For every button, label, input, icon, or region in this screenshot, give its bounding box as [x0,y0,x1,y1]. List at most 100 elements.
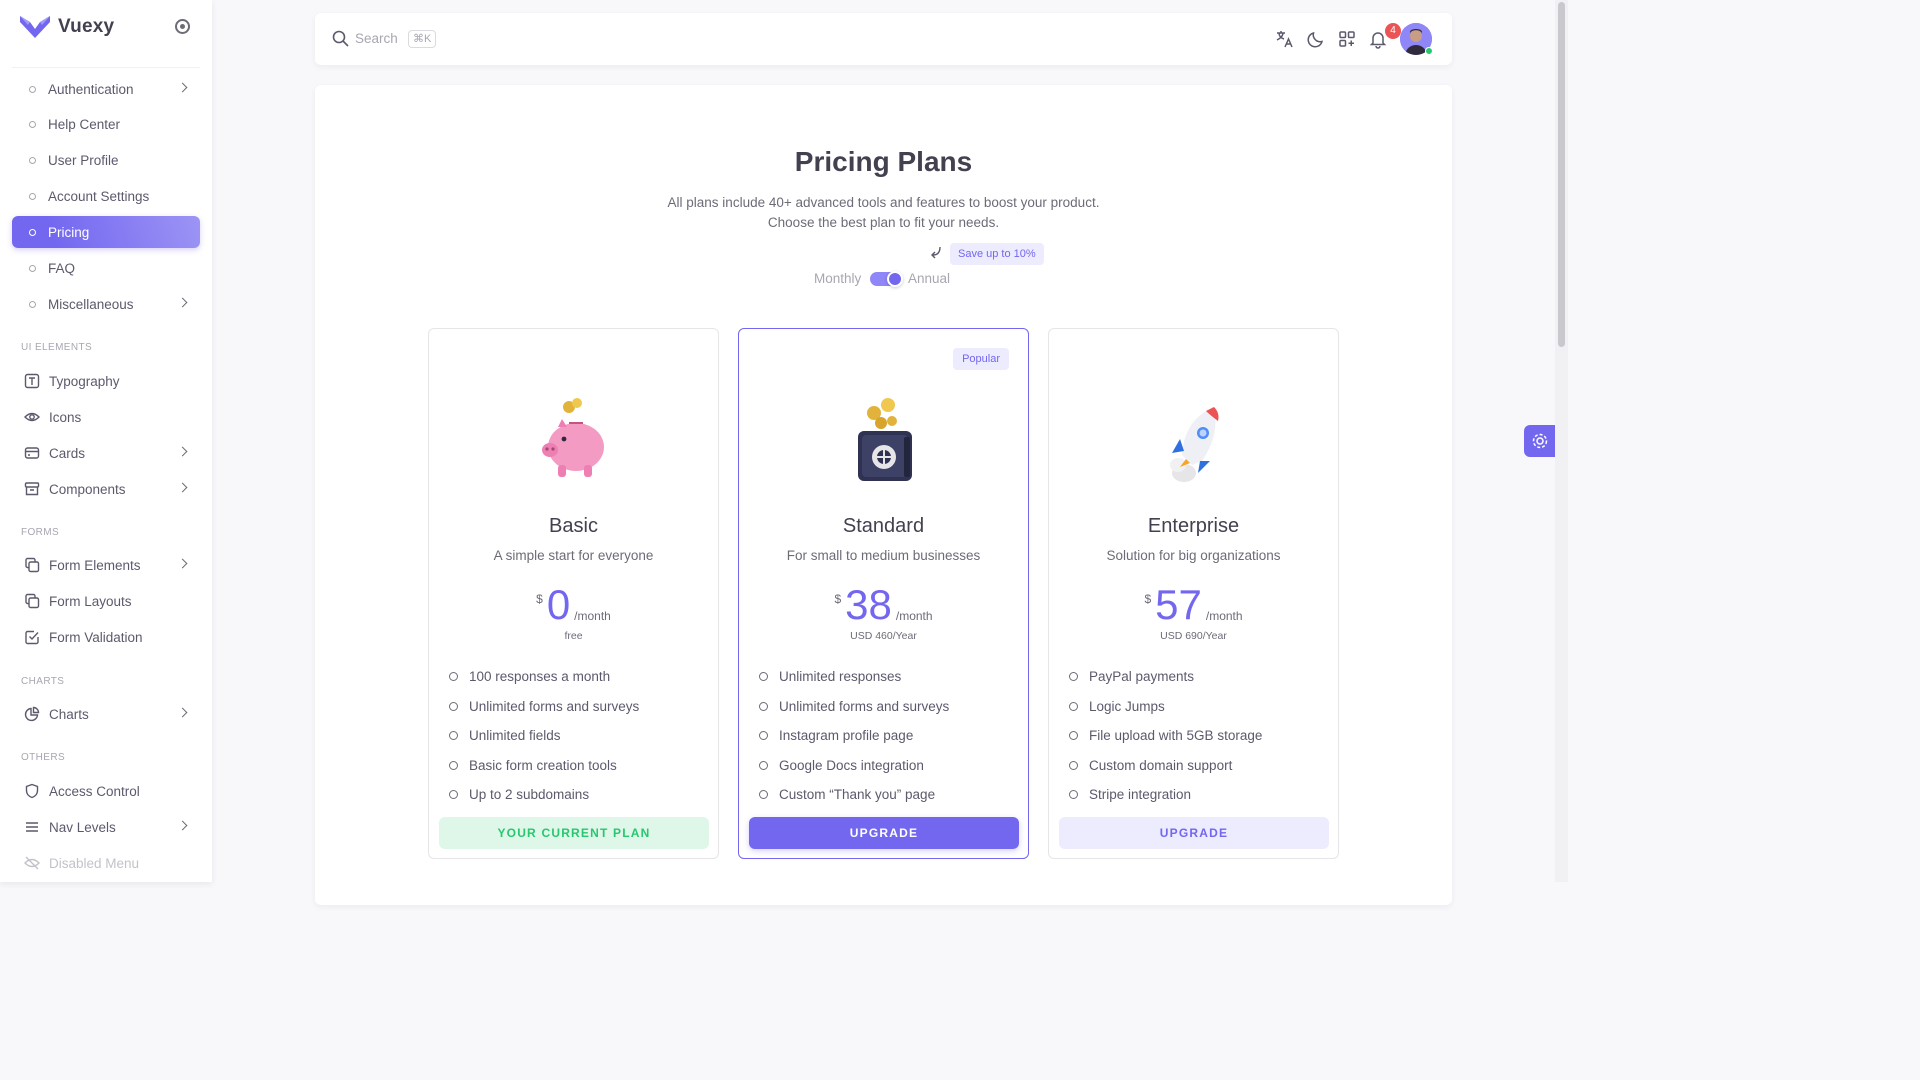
sidebar-item-disabled-menu: Disabled Menu [12,847,200,879]
section-header-charts: CHARTS [21,676,65,687]
copy-icon [25,557,40,573]
price-currency: $ [536,592,543,606]
sidebar-item-components[interactable]: Components [12,473,200,505]
safe-box-icon [858,398,912,481]
chevron-right-icon [177,820,188,831]
plan-price: $ 38 /month [739,582,1028,628]
plan-description: For small to medium businesses [786,548,981,563]
sidebar-item-pricing[interactable]: Pricing [12,216,200,248]
sidebar-item-access-control[interactable]: Access Control [12,775,200,807]
sidebar-item-nav-levels[interactable]: Nav Levels [12,811,200,843]
feature-item: File upload with 5GB storage [1069,721,1262,751]
subtitle-line-2: Choose the best plan to fit your needs. [767,215,1000,230]
popular-badge: Popular [953,348,1009,370]
sidebar-item-typography[interactable]: Typography [12,365,200,397]
feature-text: Google Docs integration [779,757,924,773]
price-value: 57 [1155,581,1202,628]
sidebar-item-label: Typography [49,373,120,389]
feature-item: Unlimited responses [759,662,949,692]
eye-off-icon [24,856,40,870]
menu-toggle-icon[interactable] [175,19,190,34]
rocket-icon [1170,407,1219,482]
theme-customizer-button[interactable] [1524,425,1556,457]
feature-item: Logic Jumps [1069,692,1262,722]
plan-price: $ 0 /month [429,582,718,628]
feature-text: Custom “Thank you” page [779,787,936,803]
moon-icon[interactable] [1306,29,1326,49]
feature-text: Unlimited forms and surveys [469,698,640,714]
circle-icon [29,228,36,236]
sidebar-item-label: Components [49,481,126,497]
plan-card-enterprise: Enterprise Solution for big organization… [1048,328,1339,859]
sidebar-item-account-settings[interactable]: Account Settings [12,180,200,212]
sidebar-item-icons[interactable]: Icons [12,401,200,433]
apps-grid-icon[interactable] [1337,29,1357,49]
circle-icon [759,790,768,800]
chevron-right-icon [177,446,188,457]
sidebar-item-miscellaneous[interactable]: Miscellaneous [12,288,200,320]
feature-item: Up to 2 subdomains [449,780,639,810]
circle-icon [29,192,36,200]
sidebar-item-charts[interactable]: Charts [12,698,200,730]
circle-icon [1069,701,1078,711]
feature-item: Google Docs integration [759,751,949,781]
sidebar-item-label: Cards [49,445,86,461]
piggy-bank-icon [542,398,604,477]
sidebar-item-form-elements[interactable]: Form Elements [12,549,200,581]
scrollbar-thumb[interactable] [1558,2,1565,347]
sidebar-item-help-center[interactable]: Help Center [12,108,200,140]
brand[interactable]: Vuexy [20,14,200,40]
circle-icon [759,731,768,741]
sidebar-item-label: Nav Levels [49,819,116,835]
billing-period-toggle[interactable] [870,271,903,287]
brand-name: Vuexy [58,16,115,37]
sidebar-item-label: Form Layouts [49,593,132,609]
toggle-label-monthly[interactable]: Monthly [814,271,861,286]
copy-icon [25,593,40,609]
sidebar-item-label: Help Center [48,116,121,132]
page-title: Pricing Plans [794,146,973,177]
sidebar-item-authentication[interactable]: Authentication [12,73,200,105]
online-status-dot [1425,47,1433,55]
search-shortcut-hint: ⌘K [408,30,437,48]
toggle-label-annual[interactable]: Annual [908,271,950,286]
chevron-right-icon [177,482,188,493]
card-icon [24,447,40,459]
sidebar-item-label: User Profile [48,152,119,168]
sidebar-item-cards[interactable]: Cards [12,437,200,469]
price-currency: $ [1144,592,1152,606]
search-input[interactable]: Search [355,31,398,46]
circle-icon [29,264,36,272]
archive-icon [24,482,40,496]
sidebar-item-user-profile[interactable]: User Profile [12,144,200,176]
circle-icon [29,156,36,164]
feature-text: Instagram profile page [779,728,914,744]
circle-icon [759,672,768,682]
section-header-forms: FORMS [21,527,60,538]
search-icon[interactable] [332,30,349,47]
circle-icon [29,300,36,308]
feature-text: Unlimited responses [779,669,902,685]
price-period: /month [895,609,933,623]
translate-icon[interactable] [1275,29,1295,49]
upgrade-button-standard[interactable]: UPGRADE [749,817,1019,849]
circle-icon [449,760,458,770]
circle-icon [29,120,36,128]
feature-text: File upload with 5GB storage [1089,728,1263,744]
sidebar-item-faq[interactable]: FAQ [12,252,200,284]
sidebar-item-label: Access Control [49,783,140,799]
feature-text: Custom domain support [1089,757,1233,773]
sidebar-item-label: Miscellaneous [48,296,134,312]
feature-text: Logic Jumps [1089,698,1165,714]
feature-text: 100 responses a month [469,669,611,685]
upgrade-button-enterprise[interactable]: UPGRADE [1059,817,1329,849]
page-scrollbar[interactable] [1555,0,1568,882]
sidebar-item-form-validation[interactable]: Form Validation [12,621,200,653]
sidebar-item-form-layouts[interactable]: Form Layouts [12,585,200,617]
eye-icon [24,412,40,422]
circle-icon [1069,760,1078,770]
feature-text: Unlimited forms and surveys [779,698,950,714]
current-plan-button[interactable]: YOUR CURRENT PLAN [439,817,709,849]
sidebar-item-label: Disabled Menu [49,855,140,871]
price-value: 0 [546,581,571,628]
